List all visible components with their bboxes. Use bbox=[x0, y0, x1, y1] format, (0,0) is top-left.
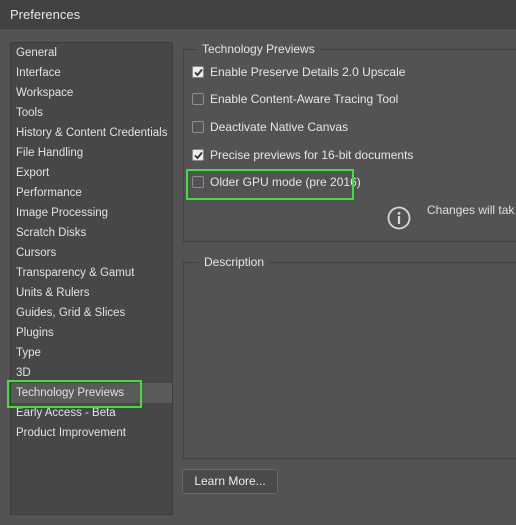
sidebar-item-transparency-gamut[interactable]: Transparency & Gamut bbox=[11, 263, 172, 283]
sidebar-item-workspace[interactable]: Workspace bbox=[11, 83, 172, 103]
sidebar-item-file-handling[interactable]: File Handling bbox=[11, 143, 172, 163]
sidebar-item-early-access-beta[interactable]: Early Access - Beta bbox=[11, 403, 172, 423]
sidebar-item-tools[interactable]: Tools bbox=[11, 103, 172, 123]
older-gpu-mode-label: Older GPU mode (pre 2016) bbox=[210, 175, 361, 189]
sidebar-item-technology-previews[interactable]: Technology Previews bbox=[11, 383, 172, 403]
sidebar-item-general[interactable]: General bbox=[11, 43, 172, 63]
sidebar-item-type[interactable]: Type bbox=[11, 343, 172, 363]
sidebar-item-performance[interactable]: Performance bbox=[11, 183, 172, 203]
technology-previews-group-title: Technology Previews bbox=[197, 42, 320, 56]
sidebar-item-scratch-disks[interactable]: Scratch Disks bbox=[11, 223, 172, 243]
window-title: Preferences bbox=[10, 7, 81, 22]
sidebar-item-cursors[interactable]: Cursors bbox=[11, 243, 172, 263]
sidebar-item-product-improvement[interactable]: Product Improvement bbox=[11, 423, 172, 443]
content-aware-tracing-checkbox[interactable] bbox=[192, 93, 204, 105]
sidebar-item-units-rulers[interactable]: Units & Rulers bbox=[11, 283, 172, 303]
description-group bbox=[183, 262, 516, 459]
info-message: Changes will tak bbox=[427, 203, 515, 217]
sidebar-item-history-content-credentials[interactable]: History & Content Credentials bbox=[11, 123, 172, 143]
checkmark-icon bbox=[194, 68, 203, 77]
sidebar-item-plugins[interactable]: Plugins bbox=[11, 323, 172, 343]
info-icon bbox=[387, 206, 411, 230]
preserve-details-label: Enable Preserve Details 2.0 Upscale bbox=[210, 65, 406, 79]
sidebar-item-3d[interactable]: 3D bbox=[11, 363, 172, 383]
sidebar-item-interface[interactable]: Interface bbox=[11, 63, 172, 83]
checkmark-icon bbox=[194, 151, 203, 160]
older-gpu-mode-checkbox[interactable] bbox=[192, 176, 204, 188]
title-bar: Preferences bbox=[0, 0, 516, 29]
preferences-dialog: Preferences General Interface Workspace … bbox=[0, 0, 516, 525]
deactivate-native-canvas-checkbox[interactable] bbox=[192, 121, 204, 133]
preserve-details-checkbox[interactable] bbox=[192, 66, 204, 78]
precise-previews-checkbox[interactable] bbox=[192, 149, 204, 161]
learn-more-button[interactable]: Learn More... bbox=[182, 469, 278, 494]
sidebar-item-image-processing[interactable]: Image Processing bbox=[11, 203, 172, 223]
content-aware-tracing-label: Enable Content-Aware Tracing Tool bbox=[210, 92, 399, 106]
sidebar-item-export[interactable]: Export bbox=[11, 163, 172, 183]
description-title: Description bbox=[199, 255, 270, 269]
deactivate-native-canvas-label: Deactivate Native Canvas bbox=[210, 120, 349, 134]
sidebar-item-guides-grid-slices[interactable]: Guides, Grid & Slices bbox=[11, 303, 172, 323]
precise-previews-label: Precise previews for 16-bit documents bbox=[210, 148, 414, 162]
preferences-sidebar: General Interface Workspace Tools Histor… bbox=[10, 42, 173, 515]
